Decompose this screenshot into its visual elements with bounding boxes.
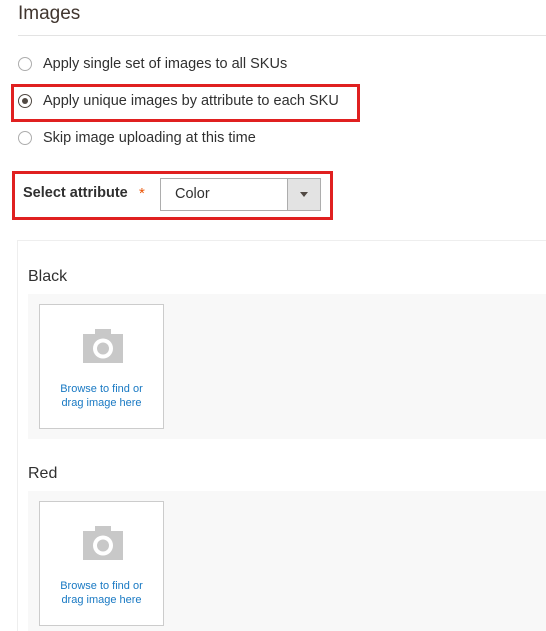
camera-icon: [83, 526, 123, 560]
radio-label: Apply single set of images to all SKUs: [43, 56, 288, 72]
radio-button[interactable]: [18, 131, 32, 145]
image-dropzone-black[interactable]: Browse to find or drag image here: [39, 304, 164, 429]
upload-hint-line2: drag image here: [61, 594, 142, 606]
attribute-select[interactable]: Color: [160, 178, 321, 211]
section-title: Images: [18, 3, 81, 24]
radio-option-single-images[interactable]: Apply single set of images to all SKUs: [18, 54, 287, 74]
chevron-down-icon[interactable]: [287, 179, 320, 210]
upload-hint[interactable]: Browse to find or drag image here: [40, 579, 163, 607]
radio-option-unique-images[interactable]: Apply unique images by attribute to each…: [18, 91, 339, 111]
radio-button-checked[interactable]: [18, 94, 32, 108]
upload-hint-line1: Browse to find or: [60, 580, 143, 592]
upload-hint[interactable]: Browse to find or drag image here: [40, 382, 163, 410]
camera-icon: [83, 329, 123, 363]
upload-hint-line2: drag image here: [61, 397, 142, 409]
upload-hint-line1: Browse to find or: [60, 383, 143, 395]
radio-button[interactable]: [18, 57, 32, 71]
radio-option-skip-images[interactable]: Skip image uploading at this time: [18, 128, 256, 148]
attribute-select-value: Color: [175, 186, 210, 202]
group-title-red: Red: [28, 465, 58, 482]
radio-label: Apply unique images by attribute to each…: [43, 93, 339, 109]
section-divider: [18, 35, 546, 36]
select-attribute-label: Select attribute: [23, 185, 128, 201]
image-dropzone-red[interactable]: Browse to find or drag image here: [39, 501, 164, 626]
required-indicator: *: [139, 185, 145, 202]
radio-label: Skip image uploading at this time: [43, 130, 256, 146]
group-title-black: Black: [28, 268, 68, 285]
